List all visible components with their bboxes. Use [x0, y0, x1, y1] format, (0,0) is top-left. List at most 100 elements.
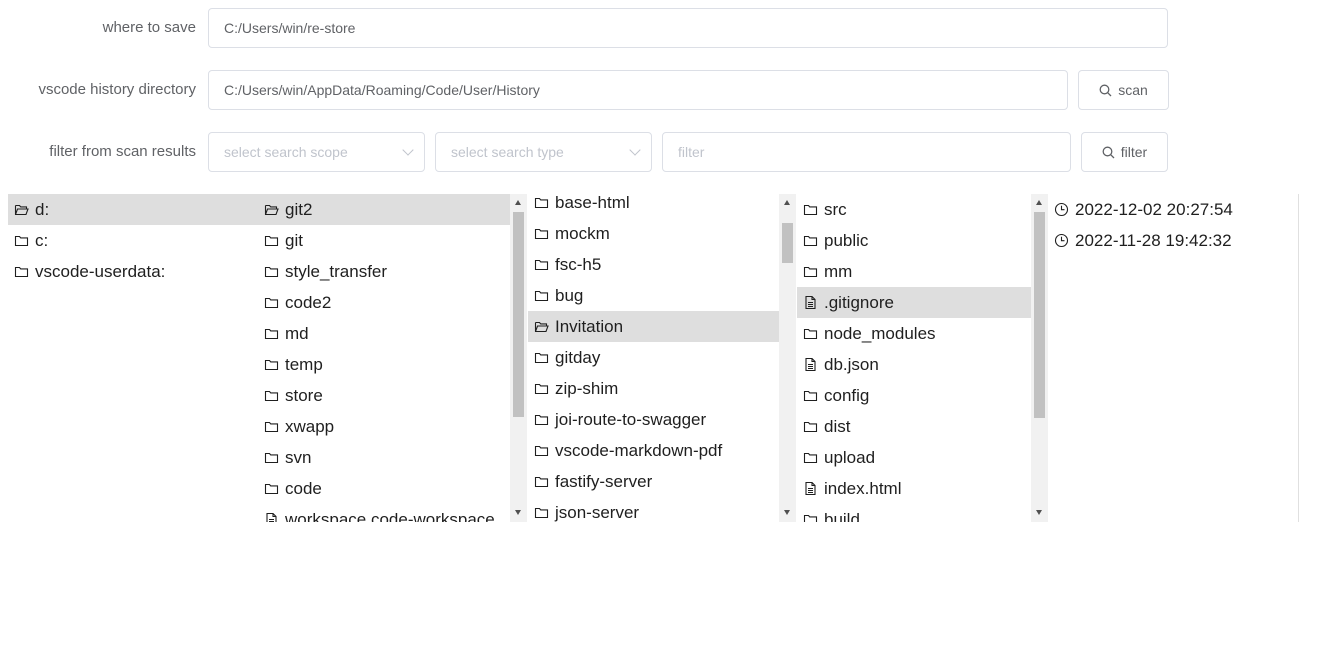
- clock-icon: [1054, 202, 1069, 217]
- list-item[interactable]: md: [258, 318, 510, 349]
- list-item-label: md: [285, 324, 309, 343]
- scroll-down-icon[interactable]: [784, 510, 790, 515]
- list-item-label: d:: [35, 200, 50, 219]
- list-item[interactable]: src: [797, 194, 1031, 225]
- list-item[interactable]: zip-shim: [528, 373, 779, 404]
- filter-button[interactable]: filter: [1081, 132, 1168, 172]
- folder-icon: [264, 390, 279, 402]
- scroll-thumb[interactable]: [782, 223, 793, 263]
- list-item-label: upload: [824, 448, 876, 467]
- list-item-label: config: [824, 386, 870, 405]
- list-item-label: code: [285, 479, 322, 498]
- search-icon: [1099, 84, 1112, 96]
- list-item[interactable]: config: [797, 380, 1031, 411]
- level1-scrollbar[interactable]: [510, 194, 527, 522]
- clock-icon: [1054, 233, 1069, 248]
- list-item[interactable]: code: [258, 473, 510, 504]
- list-item[interactable]: fsc-h5: [528, 249, 779, 280]
- list-item[interactable]: .gitignore: [797, 287, 1031, 318]
- folder-icon: [803, 390, 818, 402]
- list-item[interactable]: index.html: [797, 473, 1031, 504]
- level2-scrollbar[interactable]: [779, 194, 796, 522]
- list-item[interactable]: dist: [797, 411, 1031, 442]
- folder-icon: [803, 452, 818, 464]
- level1-column: git2 git style_transfer code2 md temp store xwa…: [258, 194, 510, 522]
- list-item[interactable]: code2: [258, 287, 510, 318]
- folder-icon: [264, 359, 279, 371]
- list-item[interactable]: db.json: [797, 349, 1031, 380]
- filter-label: filter from scan results: [49, 143, 196, 160]
- list-item[interactable]: joi-route-to-swagger: [528, 404, 779, 435]
- list-item[interactable]: public: [797, 225, 1031, 256]
- list-item[interactable]: xwapp: [258, 411, 510, 442]
- list-item[interactable]: vscode-markdown-pdf: [528, 435, 779, 466]
- list-item-label: bug: [555, 286, 584, 305]
- scroll-thumb[interactable]: [1034, 212, 1045, 418]
- list-item[interactable]: temp: [258, 349, 510, 380]
- history-dir-input[interactable]: C:/Users/win/AppData/Roaming/Code/User/H…: [208, 70, 1068, 110]
- folder-icon: [264, 297, 279, 309]
- list-item[interactable]: mockm: [528, 218, 779, 249]
- list-item-label: 2022-12-02 20:27:54: [1075, 200, 1233, 219]
- list-item-label: Invitation: [555, 317, 624, 336]
- folder-icon: [534, 476, 549, 488]
- list-item-label: workspace.code-workspace: [285, 510, 495, 522]
- list-item-label: git: [285, 231, 303, 250]
- folder-icon: [534, 507, 549, 519]
- folder-icon: [534, 197, 549, 209]
- list-item[interactable]: style_transfer: [258, 256, 510, 287]
- file-icon: [266, 512, 277, 522]
- history-entry[interactable]: 2022-11-28 19:42:32: [1048, 225, 1298, 256]
- folder-icon: [803, 514, 818, 522]
- folder-icon: [534, 259, 549, 271]
- list-item-label: temp: [285, 355, 323, 374]
- list-item[interactable]: Invitation: [528, 311, 779, 342]
- list-item[interactable]: bug: [528, 280, 779, 311]
- column-divider: [1298, 194, 1299, 522]
- scroll-up-icon[interactable]: [515, 200, 521, 205]
- scroll-down-icon[interactable]: [1036, 510, 1042, 515]
- search-type-select[interactable]: select search type: [435, 132, 652, 172]
- folder-icon: [534, 445, 549, 457]
- folder-icon: [264, 483, 279, 495]
- list-item[interactable]: svn: [258, 442, 510, 473]
- save-path-input[interactable]: C:/Users/win/re-store: [208, 8, 1168, 48]
- scan-button-label: scan: [1118, 82, 1148, 98]
- folder-icon: [534, 290, 549, 302]
- list-item-label: src: [824, 200, 847, 219]
- list-item[interactable]: git: [258, 225, 510, 256]
- list-item-label: svn: [285, 448, 312, 467]
- list-item[interactable]: d:: [8, 194, 258, 225]
- list-item[interactable]: base-html: [528, 194, 779, 218]
- list-item-label: git2: [285, 200, 313, 219]
- scroll-down-icon[interactable]: [515, 510, 521, 515]
- list-item[interactable]: mm: [797, 256, 1031, 287]
- filter-input[interactable]: filter: [662, 132, 1071, 172]
- scan-button[interactable]: scan: [1078, 70, 1169, 110]
- list-item[interactable]: node_modules: [797, 318, 1031, 349]
- scroll-up-icon[interactable]: [1036, 200, 1042, 205]
- list-item[interactable]: json-server: [528, 497, 779, 522]
- list-item[interactable]: c:: [8, 225, 258, 256]
- list-item-label: vscode-userdata:: [35, 262, 166, 281]
- list-item[interactable]: fastify-server: [528, 466, 779, 497]
- history-entry[interactable]: 2022-12-02 20:27:54: [1048, 194, 1298, 225]
- list-item[interactable]: vscode-userdata:: [8, 256, 258, 287]
- folder-icon: [264, 452, 279, 464]
- folder-icon: [14, 266, 29, 278]
- level3-scrollbar[interactable]: [1031, 194, 1048, 522]
- chevron-down-icon: [402, 144, 414, 156]
- search-scope-select[interactable]: select search scope: [208, 132, 425, 172]
- list-item[interactable]: store: [258, 380, 510, 411]
- scroll-up-icon[interactable]: [784, 200, 790, 205]
- folder-open-icon: [14, 204, 29, 216]
- list-item[interactable]: git2: [258, 194, 510, 225]
- folder-icon: [534, 414, 549, 426]
- list-item[interactable]: gitday: [528, 342, 779, 373]
- save-row: where to save C:/Users/win/re-store: [0, 8, 1340, 48]
- list-item[interactable]: workspace.code-workspace: [258, 504, 510, 522]
- scroll-thumb[interactable]: [513, 212, 524, 417]
- list-item-label: dist: [824, 417, 851, 436]
- list-item[interactable]: build: [797, 504, 1031, 522]
- list-item[interactable]: upload: [797, 442, 1031, 473]
